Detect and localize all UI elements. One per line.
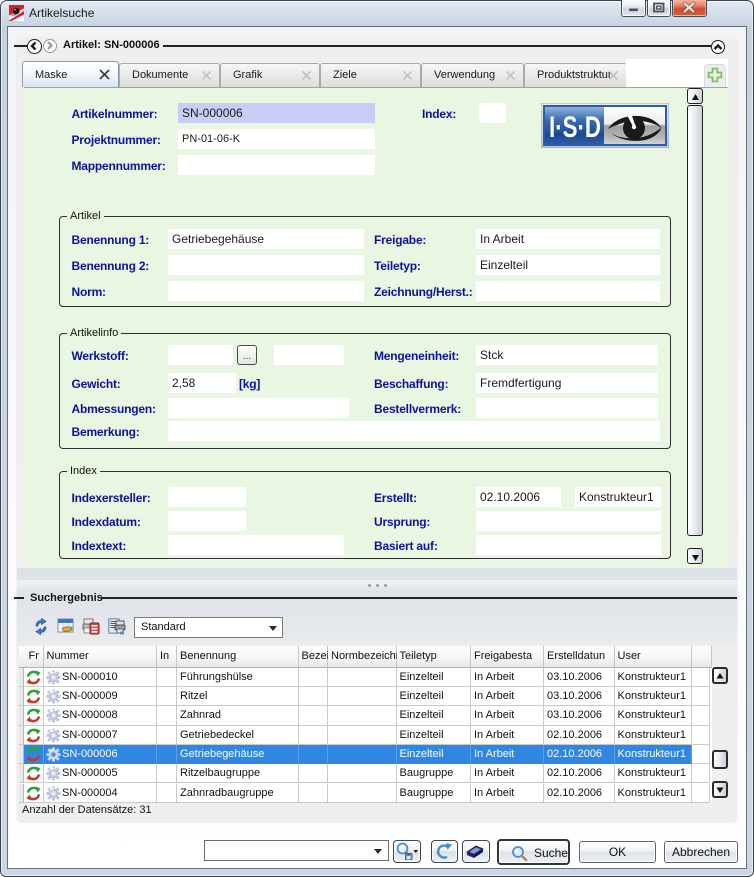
- svg-text:I·S·D: I·S·D: [549, 111, 601, 144]
